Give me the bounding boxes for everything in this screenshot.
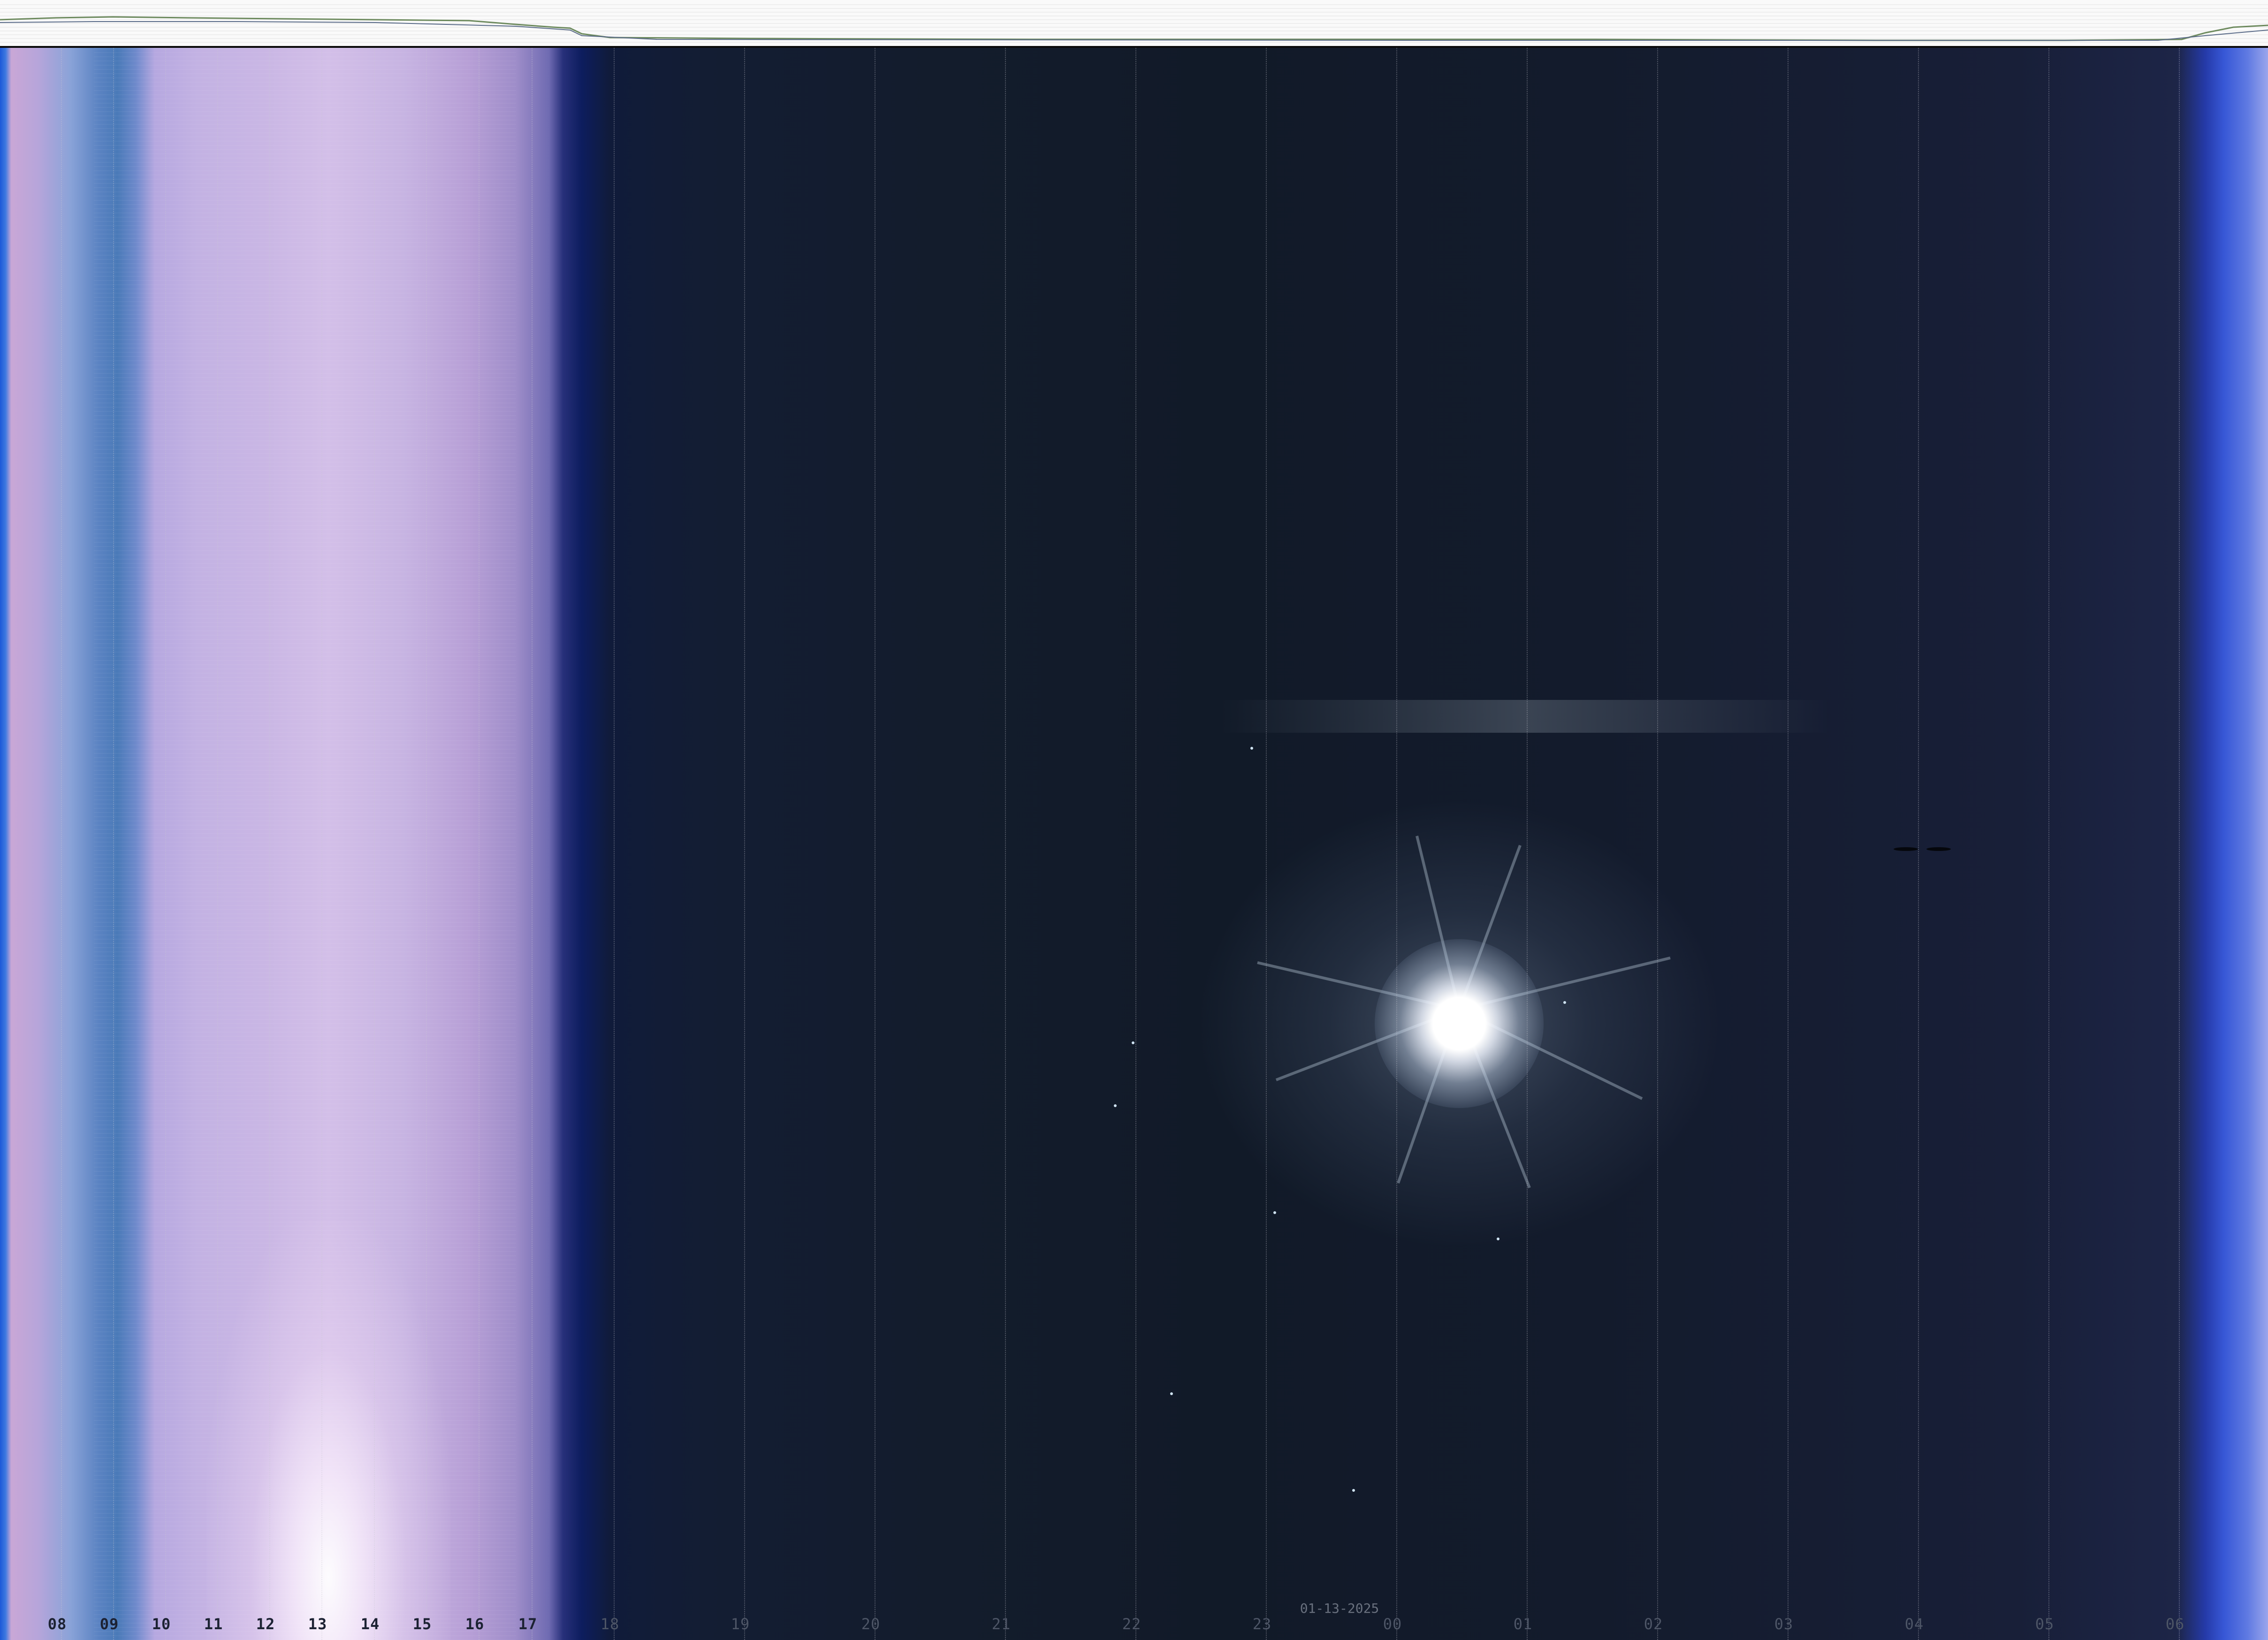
hour-grid-line xyxy=(217,48,218,1640)
hour-grid-line xyxy=(532,48,533,1640)
sensor-trace-strip xyxy=(0,0,2268,48)
sun-glow xyxy=(206,1221,450,1640)
hour-grid-line xyxy=(1005,48,1006,1640)
star xyxy=(1170,1392,1173,1395)
hour-grid-line xyxy=(2048,48,2049,1640)
hour-label-14: 14 xyxy=(360,1615,380,1633)
hour-grid-line xyxy=(321,48,322,1640)
hour-grid-line xyxy=(1396,48,1397,1640)
hour-label-10: 10 xyxy=(152,1615,171,1633)
hour-label-02: 02 xyxy=(1644,1615,1663,1633)
hour-grid-line xyxy=(1135,48,1136,1640)
hour-label-01: 01 xyxy=(1513,1615,1533,1633)
hour-grid-line xyxy=(2179,48,2180,1640)
hour-label-16: 16 xyxy=(465,1615,485,1633)
hour-label-08: 08 xyxy=(47,1615,67,1633)
hour-label-05: 05 xyxy=(2035,1615,2055,1633)
keogram-image xyxy=(0,48,2268,1640)
hour-grid-line xyxy=(113,48,114,1640)
hour-grid-line xyxy=(426,48,427,1640)
hour-label-03: 03 xyxy=(1774,1615,1794,1633)
lens-flare-band xyxy=(1220,700,1830,733)
hour-grid-line xyxy=(744,48,745,1640)
hour-label-21: 21 xyxy=(991,1615,1011,1633)
hour-label-09: 09 xyxy=(99,1615,119,1633)
hour-label-19: 19 xyxy=(731,1615,750,1633)
hour-grid-line xyxy=(1918,48,1919,1640)
aircraft-trail-mark xyxy=(1894,847,1951,851)
hour-label-04: 04 xyxy=(1904,1615,1924,1633)
hour-grid-line xyxy=(1657,48,1658,1640)
star xyxy=(1250,747,1253,750)
hour-label-06: 06 xyxy=(2165,1615,2185,1633)
sensor-trace-chart xyxy=(0,4,2268,43)
hour-label-00: 00 xyxy=(1383,1615,1402,1633)
hour-label-11: 11 xyxy=(204,1615,223,1633)
star xyxy=(1563,1001,1566,1004)
hour-label-23: 23 xyxy=(1252,1615,1272,1633)
hour-grid-line xyxy=(61,48,62,1640)
hour-label-18: 18 xyxy=(600,1615,620,1633)
star xyxy=(1273,1211,1276,1214)
hour-label-12: 12 xyxy=(256,1615,275,1633)
hour-label-22: 22 xyxy=(1122,1615,1142,1633)
hour-grid-line xyxy=(614,48,615,1640)
hour-grid-line xyxy=(1788,48,1789,1640)
strip-grid xyxy=(0,4,2268,43)
hour-label-15: 15 xyxy=(412,1615,432,1633)
hour-grid-line xyxy=(1266,48,1267,1640)
sensor-trace-line xyxy=(0,16,2268,41)
hour-grid-line xyxy=(269,48,270,1640)
hour-grid-line xyxy=(165,48,166,1640)
moon xyxy=(1375,939,1544,1108)
hour-label-17: 17 xyxy=(518,1615,538,1633)
star xyxy=(1497,1238,1499,1240)
date-label: 01-13-2025 xyxy=(1300,1601,1379,1616)
hour-grid-line xyxy=(1527,48,1528,1640)
hour-label-13: 13 xyxy=(308,1615,327,1633)
star xyxy=(1352,1489,1355,1492)
star xyxy=(1114,1104,1117,1107)
hour-label-20: 20 xyxy=(861,1615,881,1633)
hour-grid-line xyxy=(374,48,375,1640)
star xyxy=(1132,1041,1134,1044)
